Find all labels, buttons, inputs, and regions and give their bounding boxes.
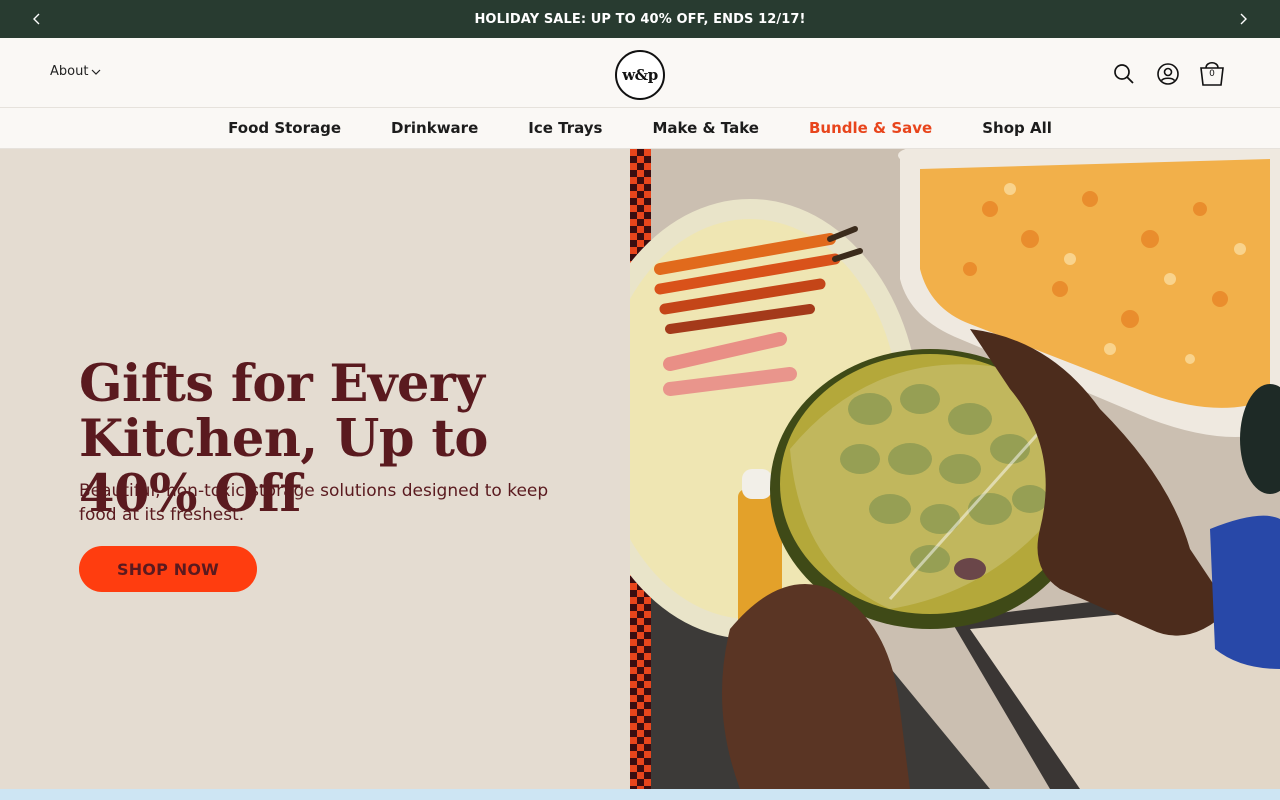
main-nav: Food Storage Drinkware Ice Trays Make & … [0,108,1280,149]
cart-count: 0 [1209,69,1215,79]
announcement-next-button[interactable] [1224,0,1262,38]
nav-item-food-storage[interactable]: Food Storage [228,119,341,137]
bottom-section-edge [0,789,1280,800]
nav-item-shop-all[interactable]: Shop All [982,119,1052,137]
logo-text: w&p [622,66,658,84]
hero-subtitle: Beautiful, non-toxic storage solutions d… [79,481,549,525]
hero-text-panel: Gifts for Every Kitchen, Up to 40% Off B… [0,149,630,789]
hero-image [630,149,1280,789]
nav-item-drinkware[interactable]: Drinkware [391,119,478,137]
site-logo[interactable]: w&p [615,50,665,100]
announcement-text[interactable]: HOLIDAY SALE: UP TO 40% OFF, ENDS 12/17! [474,12,805,27]
hero-banner: Gifts for Every Kitchen, Up to 40% Off B… [0,149,1280,789]
chevron-down-icon [92,69,101,75]
site-header: About w&p 0 [0,38,1280,108]
about-label: About [50,64,89,79]
account-icon [1157,63,1179,85]
search-button[interactable] [1111,61,1137,87]
announcement-bar: HOLIDAY SALE: UP TO 40% OFF, ENDS 12/17! [0,0,1280,38]
chevron-right-icon [1240,13,1247,25]
search-icon [1114,64,1134,84]
about-menu[interactable]: About [50,64,101,79]
nav-item-make-and-take[interactable]: Make & Take [652,119,759,137]
chevron-left-icon [33,13,40,25]
hero-photo [630,149,1280,789]
cart-button[interactable]: 0 [1198,58,1226,88]
nav-item-ice-trays[interactable]: Ice Trays [528,119,602,137]
account-button[interactable] [1155,61,1181,87]
shop-now-button[interactable]: SHOP NOW [79,546,257,592]
announcement-prev-button[interactable] [18,0,56,38]
nav-item-bundle-and-save[interactable]: Bundle & Save [809,119,932,137]
